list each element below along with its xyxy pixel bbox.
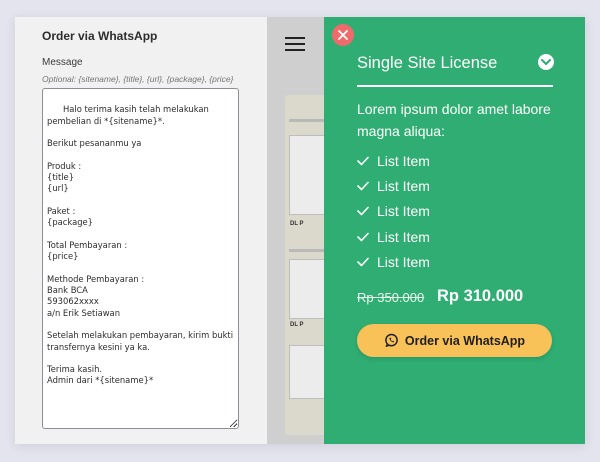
panel-title: Order via WhatsApp xyxy=(42,29,158,43)
site-preview: DL P DL P xyxy=(267,17,324,444)
preview-tag: DL P xyxy=(290,322,304,328)
check-icon xyxy=(357,156,369,165)
check-icon xyxy=(357,206,369,216)
feature-label: List Item xyxy=(377,152,430,169)
check-icon xyxy=(357,232,369,241)
app-frame: Order via WhatsApp Message Optional: {si… xyxy=(15,17,585,444)
whatsapp-icon xyxy=(385,333,398,347)
preview-strip xyxy=(289,249,324,252)
hamburger-icon[interactable] xyxy=(285,37,305,51)
original-price: Rp 350.000 xyxy=(357,290,425,305)
feature-label: List Item xyxy=(377,177,430,194)
check-icon xyxy=(357,181,369,191)
resize-handle[interactable] xyxy=(230,420,237,427)
message-label: Message xyxy=(42,57,83,68)
message-hint: Optional: {sitename}, {title}, {url}, {p… xyxy=(42,74,234,84)
settings-panel: Order via WhatsApp Message Optional: {si… xyxy=(15,17,267,444)
feature-item: List Item xyxy=(357,148,430,173)
popup-description: Lorem ipsum dolor amet labore magna aliq… xyxy=(357,101,551,139)
feature-list: List Item List Item List Item List Item … xyxy=(357,148,430,274)
close-icon[interactable] xyxy=(332,24,354,46)
check-icon xyxy=(357,257,369,267)
feature-label: List Item xyxy=(377,228,430,245)
preview-image xyxy=(289,345,324,399)
preview-tag: DL P xyxy=(290,221,304,227)
message-text: Halo terima kasih telah melakukan pembel… xyxy=(47,104,234,386)
feature-item: List Item xyxy=(357,199,430,224)
feature-label: List Item xyxy=(377,203,430,220)
order-whatsapp-button[interactable]: Order via WhatsApp xyxy=(357,324,552,357)
order-button-label: Order via WhatsApp xyxy=(404,333,526,348)
preview-image xyxy=(289,259,324,319)
preview-image xyxy=(289,135,324,215)
chevron-down-icon[interactable] xyxy=(538,54,554,70)
preview-strip xyxy=(289,119,324,122)
feature-item: List Item xyxy=(357,173,430,198)
popup-title: Single Site License xyxy=(357,54,498,72)
feature-item: List Item xyxy=(357,224,430,249)
feature-label: List Item xyxy=(377,253,430,270)
message-textarea[interactable]: Halo terima kasih telah melakukan pembel… xyxy=(42,88,239,429)
feature-item: List Item xyxy=(357,249,430,274)
pricing-popup: Single Site License Lorem ipsum dolor am… xyxy=(324,17,585,444)
sale-price: Rp 310.000 xyxy=(437,287,524,305)
title-divider xyxy=(357,85,553,87)
